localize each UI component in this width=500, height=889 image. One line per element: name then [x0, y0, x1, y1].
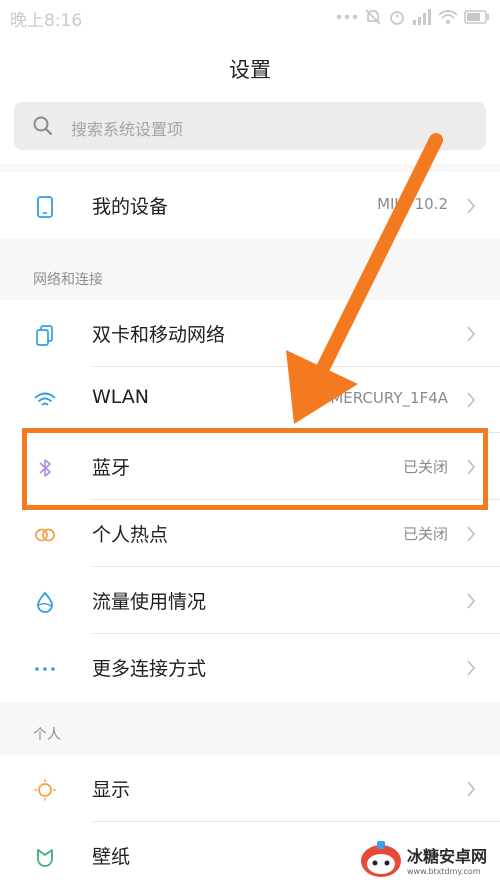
row-label: 我的设备 [92, 196, 169, 218]
wifi-icon [34, 392, 56, 406]
wallpaper-icon [37, 849, 53, 867]
search-bar[interactable]: 搜索系统设置项 [14, 102, 486, 150]
row-my-device[interactable]: 我的设备 MIUI 10.2 [0, 173, 500, 239]
row-label: 显示 [92, 779, 131, 801]
divider [92, 499, 500, 500]
divider [92, 633, 500, 634]
dual-sim-icon [36, 325, 53, 346]
row-dual-sim[interactable]: 双卡和移动网络 [0, 301, 500, 367]
phone-icon [37, 196, 53, 218]
signal-icon [413, 9, 431, 25]
section-header-personal: 个人 [33, 727, 61, 743]
row-display[interactable]: 显示 [0, 756, 500, 822]
row-value: MIUI 10.2 [377, 195, 448, 213]
row-label: 壁纸 [92, 846, 131, 868]
page-title: 设置 [229, 58, 271, 82]
row-label: 个人热点 [92, 524, 169, 546]
data-usage-icon [37, 591, 53, 613]
alarm-icon [390, 11, 404, 25]
row-label: 双卡和移动网络 [92, 324, 226, 346]
more-dots-icon [35, 667, 55, 671]
row-value: 已关闭 [402, 458, 448, 476]
row-value: MERCURY_1F4A [330, 389, 448, 407]
dots-icon [336, 14, 358, 20]
watermark-logo-icon [361, 841, 401, 877]
divider [92, 821, 500, 822]
search-icon [33, 116, 53, 136]
chevron-right-icon [467, 593, 476, 609]
chevron-right-icon [467, 198, 476, 214]
row-label: WLAN [92, 386, 150, 408]
divider [92, 432, 500, 433]
status-time: 晚上8:16 [10, 11, 83, 31]
chevron-right-icon [467, 781, 476, 797]
row-data-usage[interactable]: 流量使用情况 [0, 568, 500, 634]
chevron-right-icon [467, 459, 476, 475]
row-value: 已关闭 [402, 525, 448, 543]
chevron-right-icon [467, 660, 476, 676]
divider [92, 566, 500, 567]
watermark: 冰糖安卓网 www.btxtdmy.com [359, 835, 494, 883]
wifi-status-icon [438, 10, 458, 24]
hotspot-icon [35, 528, 55, 542]
search-placeholder: 搜索系统设置项 [71, 120, 184, 139]
row-hotspot[interactable]: 个人热点 已关闭 [0, 501, 500, 567]
row-more-connections[interactable]: 更多连接方式 [0, 635, 500, 701]
row-label: 更多连接方式 [92, 658, 207, 680]
watermark-title: 冰糖安卓网 [407, 846, 488, 866]
row-wlan[interactable]: WLAN MERCURY_1F4A [0, 367, 500, 433]
chevron-right-icon [467, 326, 476, 342]
chevron-right-icon [467, 526, 476, 542]
row-label: 流量使用情况 [92, 591, 207, 613]
status-bar: 晚上8:16 [0, 0, 500, 34]
bluetooth-icon [39, 459, 51, 477]
status-icons [336, 6, 490, 28]
display-icon [34, 779, 56, 801]
watermark-url: www.btxtdmy.com [407, 866, 481, 876]
battery-icon [464, 10, 489, 24]
row-label: 蓝牙 [92, 457, 131, 479]
row-bluetooth[interactable]: 蓝牙 已关闭 [0, 434, 500, 500]
chevron-right-icon [467, 392, 476, 408]
section-header-network: 网络和连接 [33, 272, 103, 288]
mute-bell-icon [365, 9, 381, 25]
